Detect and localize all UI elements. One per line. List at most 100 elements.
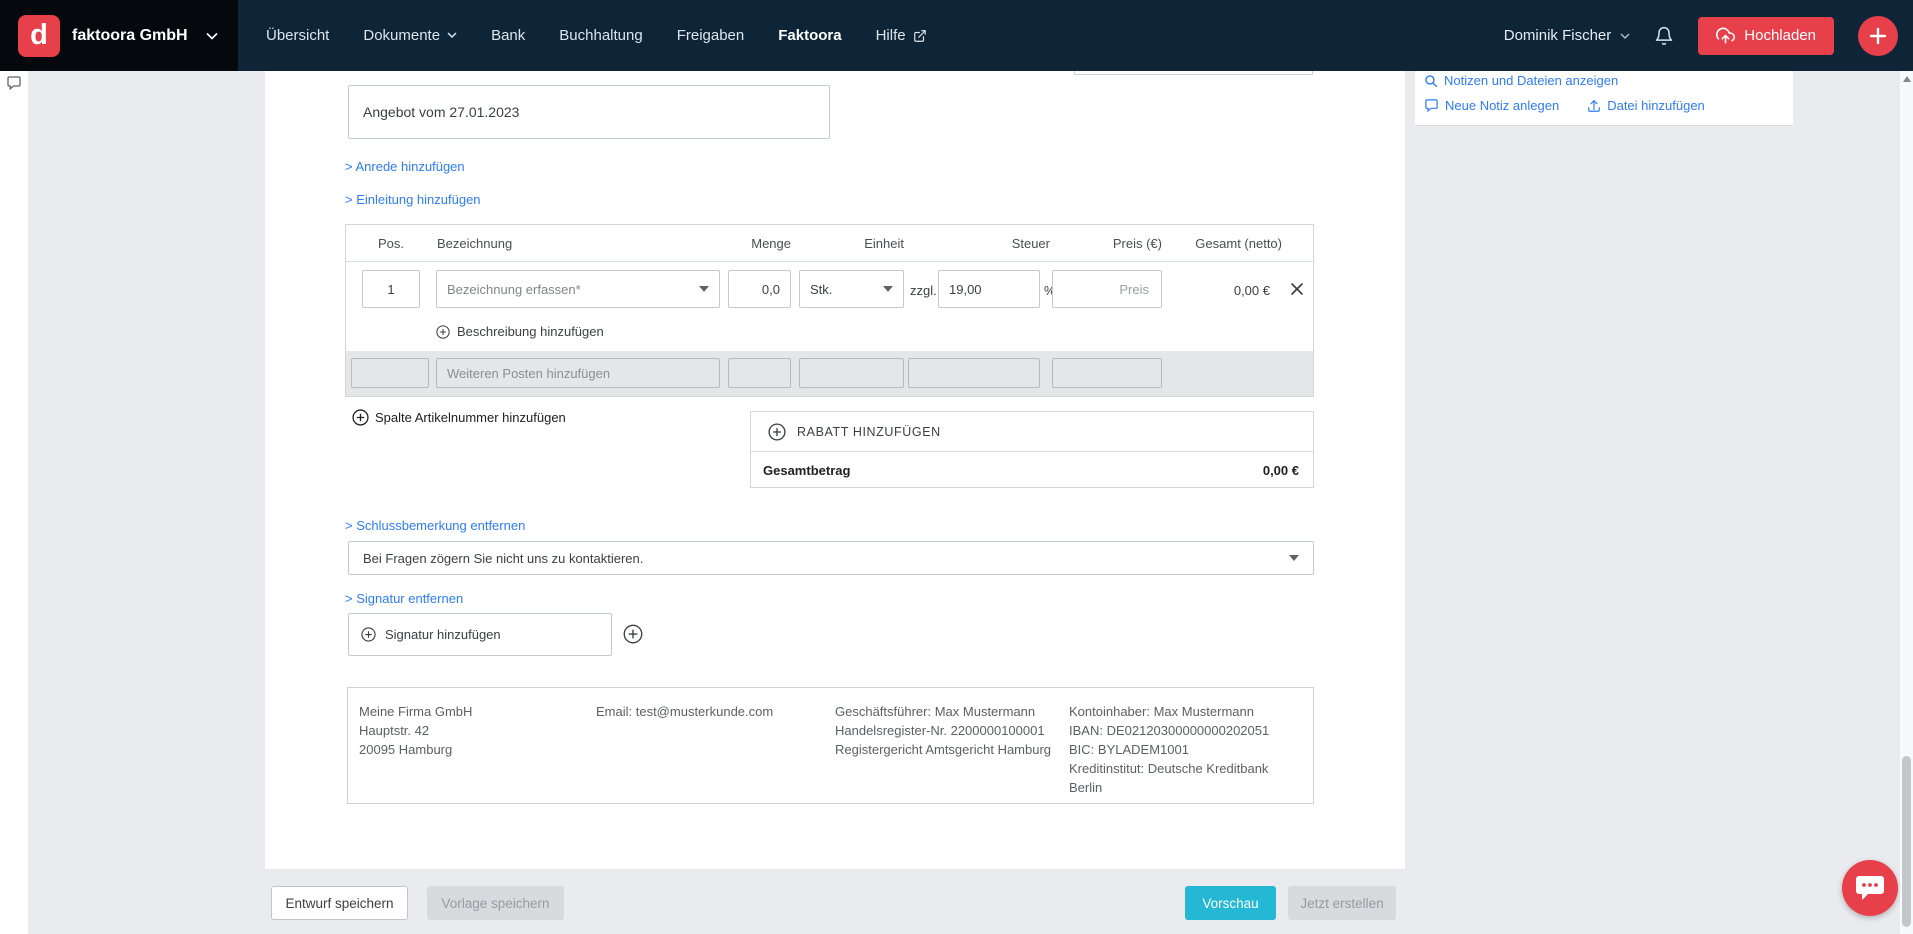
add-file-link[interactable]: Datei hinzufügen bbox=[1587, 98, 1705, 113]
add-signature-field-icon[interactable] bbox=[623, 624, 643, 644]
new-note-link[interactable]: Neue Notiz anlegen bbox=[1424, 98, 1559, 113]
plus-icon bbox=[1868, 26, 1888, 46]
add-salutation-link[interactable]: > Anrede hinzufügen bbox=[345, 159, 465, 174]
new-item-name-field[interactable]: Weiteren Posten hinzufügen bbox=[436, 358, 720, 388]
page-scrollbar[interactable] bbox=[1900, 71, 1913, 934]
surcharge-label: zzgl. bbox=[910, 283, 937, 298]
create-now-button[interactable]: Jetzt erstellen bbox=[1288, 886, 1396, 920]
footer-company-column: Meine Firma GmbH Hauptstr. 42 20095 Hamb… bbox=[359, 702, 472, 759]
new-note-label: Neue Notiz anlegen bbox=[1445, 98, 1559, 113]
item-name-select[interactable]: Bezeichnung erfassen* bbox=[436, 270, 720, 308]
footer-line: 20095 Hamburg bbox=[359, 740, 472, 759]
closing-text-select[interactable]: Bei Fragen zögern Sie nicht uns zu konta… bbox=[348, 541, 1314, 575]
header-pos: Pos. bbox=[362, 236, 420, 251]
footer-line: Registergericht Amtsgericht Hamburg bbox=[835, 740, 1051, 759]
footer-email-column: Email: test@musterkunde.com bbox=[596, 702, 773, 721]
footer-line: Email: test@musterkunde.com bbox=[596, 702, 773, 721]
new-item-price-field[interactable] bbox=[1052, 358, 1162, 388]
company-switcher[interactable]: d faktoora GmbH bbox=[0, 0, 238, 71]
footer-line: Hauptstr. 42 bbox=[359, 721, 472, 740]
nav-dokumente[interactable]: Dokumente bbox=[363, 27, 457, 44]
remove-closing-link[interactable]: > Schlussbemerkung entfernen bbox=[345, 518, 525, 533]
nav-buchhaltung[interactable]: Buchhaltung bbox=[559, 27, 642, 44]
line-items-table: Pos. Bezeichnung Menge Einheit Steuer Pr… bbox=[345, 224, 1314, 397]
nav-hilfe[interactable]: Hilfe bbox=[876, 27, 927, 44]
add-file-label: Datei hinzufügen bbox=[1607, 98, 1705, 113]
chat-bubble-icon bbox=[1855, 875, 1885, 902]
price-input[interactable] bbox=[1052, 270, 1162, 308]
support-chat-button[interactable] bbox=[1842, 860, 1898, 916]
add-signature-button[interactable]: Signatur hinzufügen bbox=[348, 613, 612, 656]
nav-faktoora[interactable]: Faktoora bbox=[778, 27, 841, 44]
tax-input[interactable] bbox=[938, 270, 1040, 308]
grand-total-value: 0,00 € bbox=[1263, 463, 1299, 478]
add-description-link[interactable]: Beschreibung hinzufügen bbox=[436, 324, 604, 339]
new-item-pos-field[interactable] bbox=[351, 358, 429, 388]
footer-line: BIC: BYLADEM1001 bbox=[1069, 740, 1301, 759]
footer-legal-column: Geschäftsführer: Max Mustermann Handelsr… bbox=[835, 702, 1051, 759]
chevron-down-icon bbox=[447, 32, 457, 39]
show-notes-files-link[interactable]: Notizen und Dateien anzeigen bbox=[1424, 73, 1618, 88]
scroll-up-arrow-icon[interactable] bbox=[1903, 76, 1911, 82]
nav-freigaben[interactable]: Freigaben bbox=[677, 27, 745, 44]
closing-text-value: Bei Fragen zögern Sie nicht uns zu konta… bbox=[363, 551, 643, 566]
new-item-placeholder: Weiteren Posten hinzufügen bbox=[447, 366, 610, 381]
upload-file-icon bbox=[1587, 99, 1601, 113]
footer-bank-column: Kontoinhaber: Max Mustermann IBAN: DE021… bbox=[1069, 702, 1301, 797]
user-name: Dominik Fischer bbox=[1504, 27, 1612, 44]
add-discount-button[interactable]: RABATT HINZUFÜGEN bbox=[751, 412, 1313, 452]
notes-panel-actions: Neue Notiz anlegen Datei hinzufügen bbox=[1424, 98, 1705, 113]
unit-value: Stk. bbox=[810, 282, 832, 297]
logo-letter: d bbox=[30, 19, 48, 52]
notifications-bell-icon[interactable] bbox=[1654, 26, 1674, 46]
notes-files-panel: Notizen und Dateien anzeigen Neue Notiz … bbox=[1415, 71, 1793, 126]
table-row: Bezeichnung erfassen* Stk. zzgl. % 0,00 … bbox=[346, 262, 1313, 351]
upload-button[interactable]: Hochladen bbox=[1698, 17, 1834, 55]
notes-bubble-icon[interactable] bbox=[6, 75, 22, 91]
nav-uebersicht[interactable]: Übersicht bbox=[266, 27, 329, 44]
new-item-row: Weiteren Posten hinzufügen bbox=[346, 351, 1313, 396]
add-article-number-label: Spalte Artikelnummer hinzufügen bbox=[375, 410, 566, 425]
show-notes-files-label: Notizen und Dateien anzeigen bbox=[1444, 73, 1618, 88]
footer-line: Meine Firma GmbH bbox=[359, 702, 472, 721]
cutoff-field bbox=[1074, 71, 1313, 75]
grand-total-label: Gesamtbetrag bbox=[763, 463, 850, 478]
cloud-upload-icon bbox=[1716, 26, 1735, 45]
top-navbar: d faktoora GmbH Übersicht Dokumente Bank… bbox=[0, 0, 1913, 71]
save-template-button[interactable]: Vorlage speichern bbox=[427, 886, 564, 920]
add-intro-link[interactable]: > Einleitung hinzufügen bbox=[345, 192, 481, 207]
plus-circle-icon bbox=[768, 423, 786, 441]
plus-circle-icon bbox=[361, 627, 376, 642]
new-item-unit-field[interactable] bbox=[799, 358, 904, 388]
unit-select[interactable]: Stk. bbox=[799, 270, 904, 308]
preview-button[interactable]: Vorschau bbox=[1185, 886, 1276, 920]
speech-bubble-icon bbox=[1424, 98, 1439, 113]
app-root: d faktoora GmbH Übersicht Dokumente Bank… bbox=[0, 0, 1913, 934]
footer-line: IBAN: DE02120300000000202051 bbox=[1069, 721, 1301, 740]
plus-circle-icon bbox=[436, 325, 450, 339]
new-item-tax-field[interactable] bbox=[908, 358, 1040, 388]
header-price: Preis (€) bbox=[1052, 236, 1162, 251]
discount-total-box: RABATT HINZUFÜGEN Gesamtbetrag 0,00 € bbox=[750, 411, 1314, 488]
add-article-number-link[interactable]: Spalte Artikelnummer hinzufügen bbox=[352, 409, 566, 426]
chevron-down-icon bbox=[206, 32, 218, 40]
company-name: faktoora GmbH bbox=[72, 27, 188, 45]
nav-bank[interactable]: Bank bbox=[491, 27, 525, 44]
new-item-qty-field[interactable] bbox=[728, 358, 791, 388]
upload-label: Hochladen bbox=[1744, 27, 1816, 44]
remove-signature-link[interactable]: > Signatur entfernen bbox=[345, 591, 463, 606]
add-signature-label: Signatur hinzufügen bbox=[385, 627, 501, 642]
create-new-button[interactable] bbox=[1858, 16, 1898, 56]
save-draft-button[interactable]: Entwurf speichern bbox=[271, 886, 408, 920]
footer-line: Kreditinstitut: Deutsche Kreditbank Berl… bbox=[1069, 759, 1301, 797]
table-header-row: Pos. Bezeichnung Menge Einheit Steuer Pr… bbox=[346, 225, 1313, 262]
user-menu[interactable]: Dominik Fischer bbox=[1504, 27, 1631, 44]
left-sidebar-strip bbox=[0, 71, 28, 934]
position-input[interactable] bbox=[362, 270, 420, 308]
document-title-input[interactable] bbox=[348, 85, 830, 139]
scrollbar-thumb[interactable] bbox=[1902, 756, 1911, 927]
chevron-down-icon bbox=[1620, 27, 1630, 44]
quantity-input[interactable] bbox=[728, 270, 791, 308]
remove-row-icon[interactable] bbox=[1290, 282, 1304, 296]
footer-line: Kontoinhaber: Max Mustermann bbox=[1069, 702, 1301, 721]
